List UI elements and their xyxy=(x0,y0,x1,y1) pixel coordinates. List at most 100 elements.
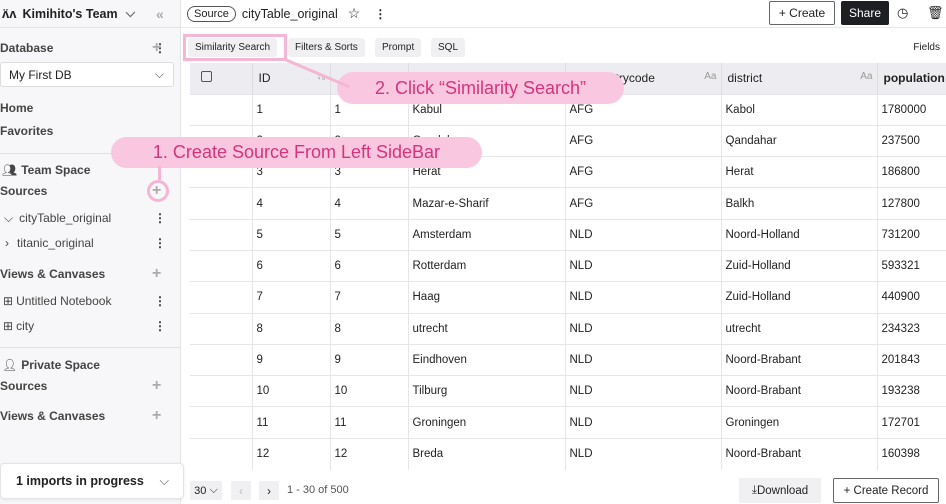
table-cell[interactable]: Herat xyxy=(720,156,877,188)
table-cell[interactable]: Kabol xyxy=(720,93,877,126)
row-select-cell[interactable] xyxy=(190,406,252,439)
table-cell[interactable]: utrecht xyxy=(407,312,565,345)
table-cell[interactable]: Haag xyxy=(407,281,565,314)
trash-icon[interactable]: 🗑︎ xyxy=(927,5,944,21)
table-cell[interactable]: Tilburg xyxy=(407,375,565,407)
table-cell[interactable]: NLD xyxy=(564,249,721,282)
table-cell[interactable]: Noord-Brabant xyxy=(720,343,877,376)
sidebar-item-home[interactable]: Home xyxy=(0,98,181,118)
add-database-icon[interactable]: + xyxy=(152,39,161,57)
table-cell[interactable]: 9 xyxy=(251,343,330,376)
create-button[interactable]: + Create xyxy=(769,1,835,25)
table-cell[interactable]: NLD xyxy=(564,218,721,251)
download-button[interactable]: ⤓ Download xyxy=(739,478,821,503)
select-all-checkbox[interactable] xyxy=(201,71,212,83)
imports-progress[interactable]: 1 imports in progress ⌵ xyxy=(0,463,184,499)
table-cell[interactable]: NLD xyxy=(564,406,721,439)
table-cell[interactable]: 193238 xyxy=(876,375,946,407)
column-header-population[interactable]: population xyxy=(876,63,946,94)
table-cell[interactable]: Mazar-e-Sharif xyxy=(407,187,565,220)
view-item[interactable]: ⊞ city ⋮ xyxy=(0,316,181,336)
table-cell[interactable]: 7 xyxy=(251,281,330,314)
table-cell[interactable]: 186800 xyxy=(876,156,946,188)
table-cell[interactable]: 10 xyxy=(251,375,330,407)
table-cell[interactable]: 5 xyxy=(329,218,408,251)
database-select[interactable]: My First DB ⌵ xyxy=(0,62,174,87)
table-cell[interactable]: AFG xyxy=(564,124,721,157)
table-row[interactable]: 5 5 Amsterdam NLD Noord-Holland 731200 xyxy=(190,218,946,251)
prev-page-button[interactable]: ‹ xyxy=(231,481,251,500)
star-icon[interactable]: ☆ xyxy=(348,5,361,22)
view-item[interactable]: ⊞ Untitled Notebook ⋮ xyxy=(0,291,181,311)
table-cell[interactable]: NLD xyxy=(564,343,721,376)
table-cell[interactable]: 127800 xyxy=(876,187,946,220)
table-cell[interactable]: 172701 xyxy=(876,406,946,439)
table-row[interactable]: 9 9 Eindhoven NLD Noord-Brabant 201843 xyxy=(190,343,946,376)
table-cell[interactable]: Noord-Holland xyxy=(720,218,877,251)
create-record-button[interactable]: + Create Record xyxy=(833,478,939,503)
table-cell[interactable]: 593321 xyxy=(876,249,946,282)
table-row[interactable]: 8 8 utrecht NLD utrecht 234323 xyxy=(190,312,946,345)
table-cell[interactable]: 6 xyxy=(251,249,330,282)
table-cell[interactable]: Zuid-Holland xyxy=(720,249,877,282)
table-cell[interactable]: Zuid-Holland xyxy=(720,281,877,314)
table-cell[interactable]: 5 xyxy=(251,218,330,251)
add-private-view-icon[interactable]: + xyxy=(152,407,161,425)
row-select-cell[interactable] xyxy=(190,375,252,407)
row-select-cell[interactable] xyxy=(190,187,252,220)
table-cell[interactable]: 731200 xyxy=(876,218,946,251)
table-cell[interactable]: 7 xyxy=(329,281,408,314)
row-select-cell[interactable] xyxy=(190,218,252,251)
table-cell[interactable]: 4 xyxy=(329,187,408,220)
table-row[interactable]: 7 7 Haag NLD Zuid-Holland 440900 xyxy=(190,281,946,314)
sql-button[interactable]: SQL xyxy=(431,38,466,57)
table-cell[interactable]: Groningen xyxy=(720,406,877,439)
table-cell[interactable]: Qandahar xyxy=(720,124,877,157)
table-cell[interactable]: AFG xyxy=(564,156,721,188)
share-button[interactable]: Share xyxy=(841,1,889,25)
row-select-cell[interactable] xyxy=(190,343,252,376)
table-cell[interactable]: NLD xyxy=(564,281,721,314)
table-row[interactable]: 11 11 Groningen NLD Groningen 172701 xyxy=(190,406,946,439)
source-item[interactable]: ⌵ cityTable_original ⋮ xyxy=(0,208,181,228)
table-row[interactable]: 4 4 Mazar-e-Sharif AFG Balkh 127800 xyxy=(190,187,946,220)
add-view-icon[interactable]: + xyxy=(152,265,161,283)
source-item[interactable]: › titanic_original ⋮ xyxy=(0,233,181,253)
team-switcher[interactable]: ʌ̈ʌ Kimihito's Team ⌵ « xyxy=(0,0,180,28)
table-cell[interactable]: Eindhoven xyxy=(407,343,565,376)
prompt-button[interactable]: Prompt xyxy=(375,38,422,57)
more-icon[interactable]: ⋮ xyxy=(374,7,386,21)
page-size-select[interactable]: 30 ⌵ xyxy=(190,481,222,500)
row-select-cell[interactable] xyxy=(190,93,252,126)
table-cell[interactable]: Noord-Brabant xyxy=(720,437,877,470)
table-cell[interactable]: 160398 xyxy=(876,437,946,470)
table-row[interactable]: 6 6 Rotterdam NLD Zuid-Holland 593321 xyxy=(190,249,946,282)
table-cell[interactable]: Noord-Brabant xyxy=(720,375,877,407)
table-cell[interactable]: utrecht xyxy=(720,312,877,345)
table-cell[interactable]: Balkh xyxy=(720,187,877,220)
table-row[interactable]: 12 12 Breda NLD Noord-Brabant 160398 xyxy=(190,437,946,470)
collapse-sidebar-icon[interactable]: « xyxy=(156,6,164,22)
row-select-cell[interactable] xyxy=(190,281,252,314)
table-cell[interactable]: 234323 xyxy=(876,312,946,345)
table-cell[interactable]: Rotterdam xyxy=(407,249,565,282)
table-cell[interactable]: 12 xyxy=(329,437,408,470)
row-select-cell[interactable] xyxy=(190,437,252,470)
row-select-cell[interactable] xyxy=(190,312,252,345)
more-icon[interactable]: ⋮ xyxy=(154,211,166,225)
history-icon[interactable]: ◷ xyxy=(897,5,908,21)
table-cell[interactable]: Breda xyxy=(407,437,565,470)
table-cell[interactable]: 237500 xyxy=(876,124,946,157)
table-cell[interactable]: 1 xyxy=(251,93,330,126)
table-cell[interactable]: Amsterdam xyxy=(407,218,565,251)
next-page-button[interactable]: › xyxy=(259,481,279,500)
table-cell[interactable]: NLD xyxy=(564,437,721,470)
column-header-id[interactable]: ID↓₉ xyxy=(251,63,330,94)
table-cell[interactable]: 1780000 xyxy=(876,93,946,126)
more-icon[interactable]: ⋮ xyxy=(154,294,166,308)
table-cell[interactable]: NLD xyxy=(564,312,721,345)
table-row[interactable]: 10 10 Tilburg NLD Noord-Brabant 193238 xyxy=(190,375,946,407)
table-cell[interactable]: Groningen xyxy=(407,406,565,439)
column-header-district[interactable]: district Aa xyxy=(720,63,877,94)
table-cell[interactable]: 8 xyxy=(329,312,408,345)
